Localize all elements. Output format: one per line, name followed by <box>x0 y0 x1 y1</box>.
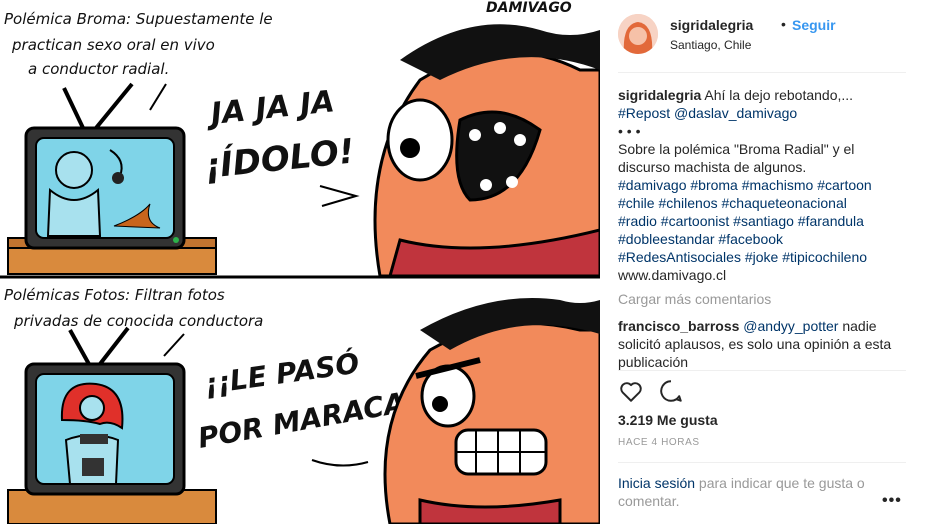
comment-text-line1: nadie <box>838 318 877 334</box>
caption-repost[interactable]: #Repost @daslav_damivago <box>618 104 908 122</box>
load-more-comments[interactable]: Cargar más comentarios <box>618 291 771 307</box>
caption-body-line1: Sobre la polémica "Broma Radial" y el <box>618 141 855 157</box>
login-prompt: Inicia sesión para indicar que te gusta … <box>618 474 880 510</box>
heart-icon-graphic <box>620 382 642 402</box>
comment-text-line3: publicación <box>618 354 689 370</box>
login-divider <box>618 462 906 463</box>
post-header: sigridalegria • Seguir Santiago, Chile <box>618 12 908 60</box>
panel2-caption-line1: Polémicas Fotos: Filtran fotos <box>4 286 225 304</box>
speech-bubble-icon[interactable] <box>658 378 684 404</box>
heart-icon[interactable] <box>618 378 644 404</box>
post-sidebar: sigridalegria • Seguir Santiago, Chile s… <box>600 0 926 524</box>
caption-intro: Ahí la dejo rebotando,... <box>701 87 854 103</box>
hashtags-line2[interactable]: #chile #chilenos #chaqueteonacional <box>618 194 908 212</box>
avatar[interactable] <box>618 14 658 54</box>
caption-body-line2: discurso machista de algunos. <box>618 159 807 175</box>
hashtags-line5[interactable]: #RedesAntisociales #joke #tipicochileno <box>618 248 908 266</box>
avatar-image <box>618 14 658 54</box>
comment-text-line2: solicitó aplausos, es solo una opinión a… <box>618 336 892 352</box>
like-count[interactable]: 3.219 Me gusta <box>618 412 718 428</box>
hashtags-line1[interactable]: #damivago #broma #machismo #cartoon <box>618 176 908 194</box>
panel2-speech-line1: ¡¡LE PASÓ <box>202 346 361 401</box>
panel1-speech-line2: ¡ÍDOLO! <box>203 130 357 186</box>
panel1-caption-line3: a conductor radial. <box>28 60 169 78</box>
comment-mention[interactable]: @andyy_potter <box>743 318 838 334</box>
follow-button[interactable]: Seguir <box>792 17 836 33</box>
login-prompt-text-line2: comentar. <box>618 493 680 509</box>
post-caption: sigridalegria Ahí la dejo rebotando,... … <box>618 86 908 284</box>
signature: DAMIVAGO <box>486 0 572 16</box>
caption-first-line: sigridalegria Ahí la dejo rebotando,... <box>618 86 908 104</box>
comment-username[interactable]: francisco_barross <box>618 318 739 334</box>
post-timestamp: HACE 4 HORAS <box>618 437 700 448</box>
username[interactable]: sigridalegria <box>670 17 753 33</box>
login-link[interactable]: Inicia sesión <box>618 475 695 491</box>
post-image[interactable]: DAMIVAGO Polémica Broma: Supuestamente l… <box>0 0 600 524</box>
panel1-caption-line2: practican sexo oral en vivo <box>11 36 215 54</box>
hashtags-line3[interactable]: #radio #cartoonist #santiago #farandula <box>618 212 908 230</box>
hashtags-line4[interactable]: #dobleestandar #facebook <box>618 230 908 248</box>
location-link[interactable]: Santiago, Chile <box>670 38 751 52</box>
caption-dots: • • • <box>618 123 641 139</box>
caption-website: www.damivago.cl <box>618 267 727 283</box>
comic-illustration: DAMIVAGO Polémica Broma: Supuestamente l… <box>0 0 600 524</box>
panel2-caption-line2: privadas de conocida conductora <box>13 312 263 330</box>
panel-2: Polémicas Fotos: Filtran fotos privadas … <box>4 286 600 524</box>
speech-bubble-icon-graphic <box>660 380 682 402</box>
separator-dot: • <box>781 16 786 32</box>
actions-divider <box>618 370 906 371</box>
comment: francisco_barross @andyy_potter nadie so… <box>618 317 908 371</box>
panel-1: Polémica Broma: Supuestamente le practic… <box>4 10 600 278</box>
login-prompt-text: para indicar que te gusta o <box>695 475 865 491</box>
panel1-speech-line1: JA JA JA <box>204 84 336 132</box>
panel1-caption-line1: Polémica Broma: Supuestamente le <box>4 10 273 28</box>
header-divider <box>618 72 906 73</box>
caption-username[interactable]: sigridalegria <box>618 87 701 103</box>
more-options-button[interactable]: ••• <box>882 492 902 510</box>
